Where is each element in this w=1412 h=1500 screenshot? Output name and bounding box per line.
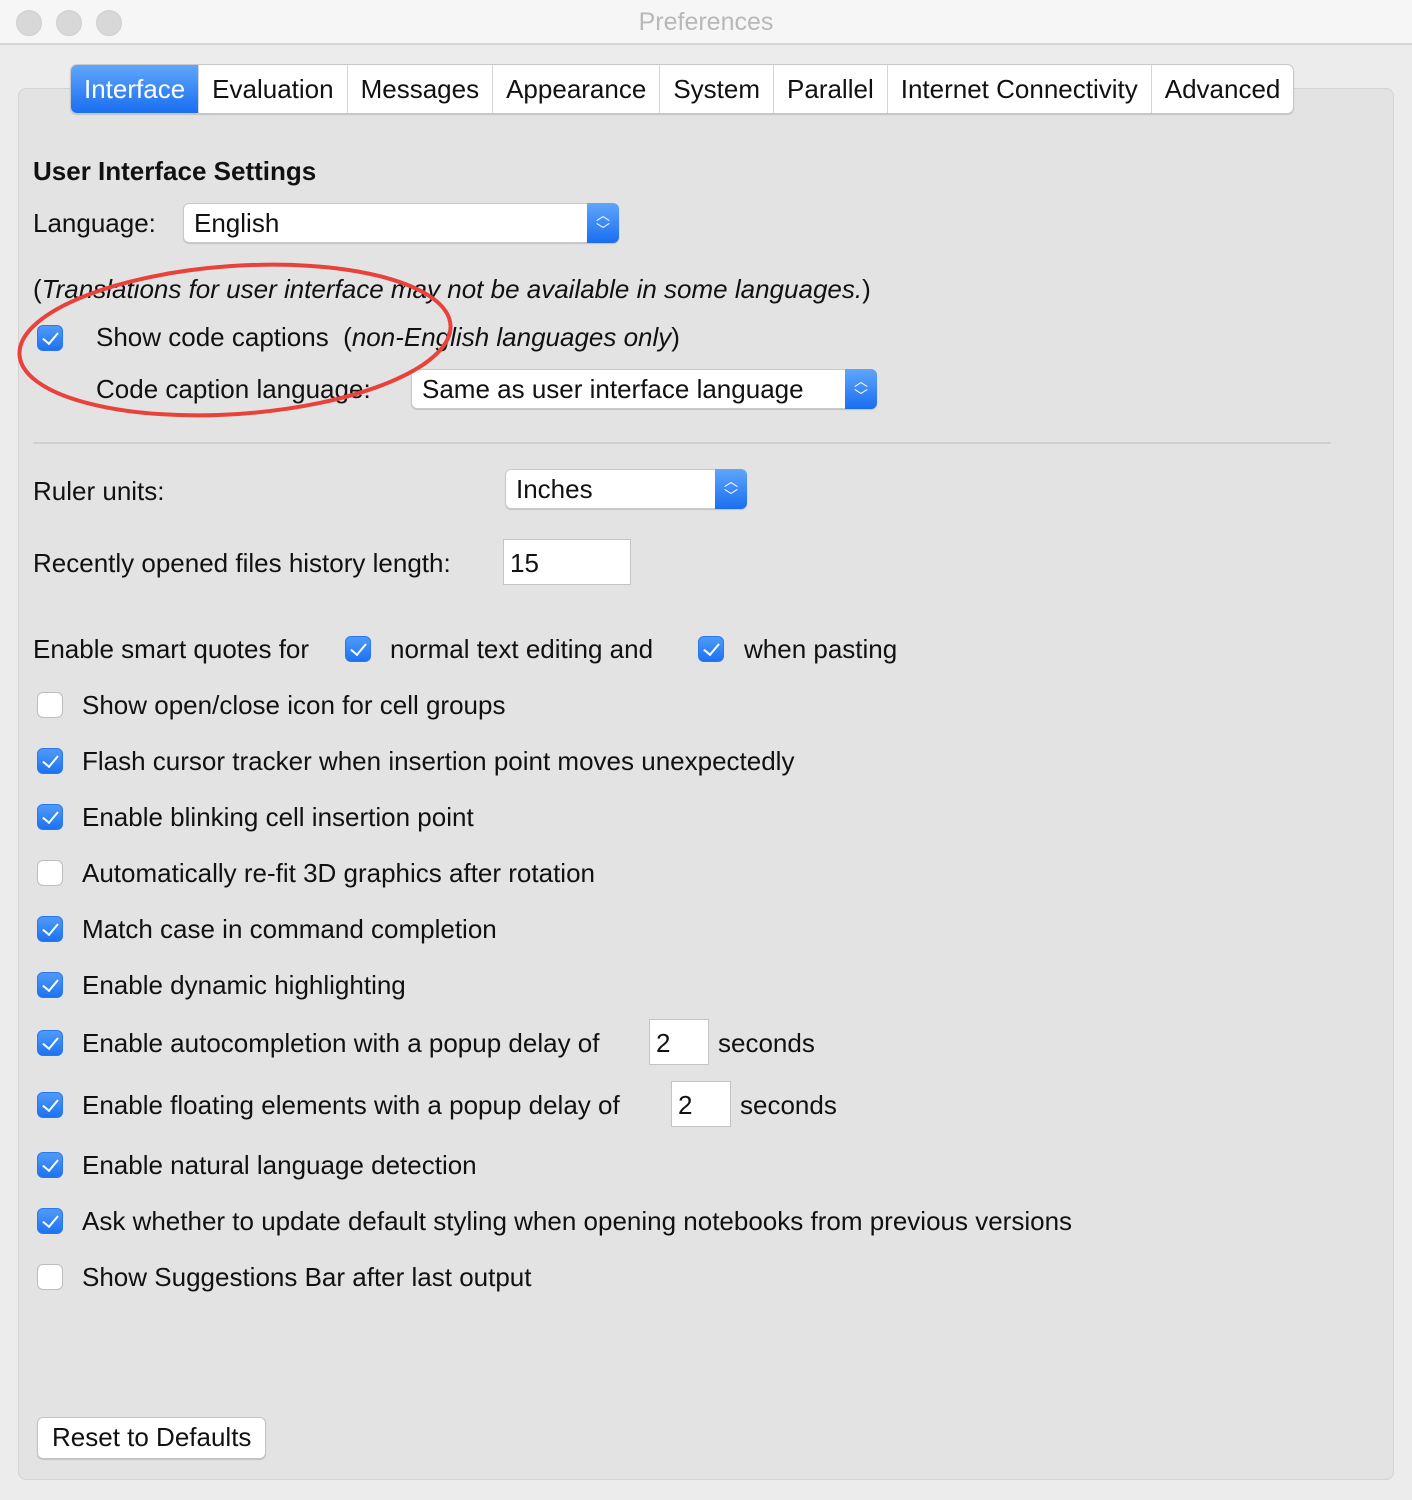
chevron-updown-icon: ︿ ﹀ bbox=[715, 469, 747, 509]
tab-system[interactable]: System bbox=[660, 65, 775, 113]
option-checkbox[interactable] bbox=[37, 692, 63, 718]
tab-bar: Interface Evaluation Messages Appearance… bbox=[70, 64, 1295, 114]
tab-parallel[interactable]: Parallel bbox=[774, 65, 888, 113]
floating-elements-checkbox[interactable] bbox=[37, 1092, 63, 1118]
option-checkbox[interactable] bbox=[37, 1152, 63, 1178]
paren: ) bbox=[671, 322, 680, 352]
option-checkbox[interactable] bbox=[37, 916, 63, 942]
option-checkbox[interactable] bbox=[37, 972, 63, 998]
chevron-updown-icon: ︿ ﹀ bbox=[845, 369, 877, 409]
language-value: English bbox=[194, 208, 280, 238]
history-length-input[interactable]: 15 bbox=[503, 539, 631, 585]
option-label: Enable dynamic highlighting bbox=[82, 970, 406, 1000]
option-label: Automatically re-fit 3D graphics after r… bbox=[82, 858, 595, 888]
option-checkbox[interactable] bbox=[37, 1208, 63, 1234]
option-label: Show open/close icon for cell groups bbox=[82, 690, 506, 720]
tab-interface[interactable]: Interface bbox=[71, 65, 200, 113]
autocompletion-unit: seconds bbox=[718, 1028, 815, 1058]
autocompletion-delay-input[interactable]: 2 bbox=[649, 1019, 709, 1065]
smart-quotes-pasting-label: when pasting bbox=[744, 634, 898, 664]
language-label: Language: bbox=[33, 208, 156, 238]
section-title: User Interface Settings bbox=[33, 156, 317, 186]
title-bar: Preferences bbox=[0, 0, 1412, 45]
autocompletion-checkbox[interactable] bbox=[37, 1030, 63, 1056]
smart-quotes-normal-label: normal text editing and bbox=[390, 634, 654, 664]
smart-quotes-label: Enable smart quotes for bbox=[33, 634, 310, 664]
option-checkbox[interactable] bbox=[37, 804, 63, 830]
floating-delay-input[interactable]: 2 bbox=[671, 1081, 731, 1127]
autocompletion-label: Enable autocompletion with a popup delay… bbox=[82, 1028, 600, 1058]
option-checkbox[interactable] bbox=[37, 860, 63, 886]
tab-messages[interactable]: Messages bbox=[348, 65, 494, 113]
divider bbox=[33, 442, 1331, 444]
reset-to-defaults-button[interactable]: Reset to Defaults bbox=[37, 1417, 267, 1459]
language-select[interactable]: English ︿ ﹀ bbox=[183, 203, 619, 243]
window-title: Preferences bbox=[638, 8, 774, 36]
ruler-units-value: Inches bbox=[516, 474, 593, 504]
option-checkbox[interactable] bbox=[37, 1264, 63, 1290]
option-label: Flash cursor tracker when insertion poin… bbox=[82, 746, 795, 776]
ruler-units-select[interactable]: Inches ︿ ﹀ bbox=[505, 469, 747, 509]
smart-quotes-pasting-checkbox[interactable] bbox=[698, 636, 724, 662]
tab-evaluation[interactable]: Evaluation bbox=[199, 65, 348, 113]
option-label: Show Suggestions Bar after last output bbox=[82, 1262, 532, 1292]
option-label: Enable natural language detection bbox=[82, 1150, 477, 1180]
tab-appearance[interactable]: Appearance bbox=[493, 65, 661, 113]
option-label: Ask whether to update default styling wh… bbox=[82, 1206, 1073, 1236]
option-checkbox[interactable] bbox=[37, 748, 63, 774]
tab-internet-connectivity[interactable]: Internet Connectivity bbox=[888, 65, 1152, 113]
red-circle-annotation bbox=[17, 262, 453, 418]
option-label: Match case in command completion bbox=[82, 914, 497, 944]
tab-advanced[interactable]: Advanced bbox=[1152, 65, 1294, 113]
history-length-label: Recently opened files history length: bbox=[33, 548, 451, 578]
floating-elements-label: Enable floating elements with a popup de… bbox=[82, 1090, 620, 1120]
chevron-updown-icon: ︿ ﹀ bbox=[587, 203, 619, 243]
option-label: Enable blinking cell insertion point bbox=[82, 802, 474, 832]
floating-unit: seconds bbox=[740, 1090, 837, 1120]
smart-quotes-normal-checkbox[interactable] bbox=[345, 636, 371, 662]
ruler-units-label: Ruler units: bbox=[33, 476, 165, 506]
paren: ) bbox=[862, 274, 871, 304]
code-caption-language-select[interactable]: Same as user interface language ︿ ﹀ bbox=[411, 369, 877, 409]
